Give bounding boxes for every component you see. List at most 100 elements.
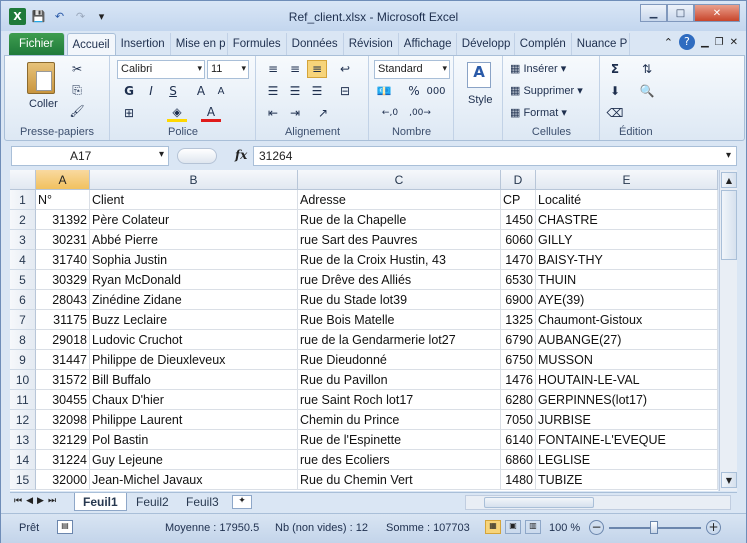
sort-filter-icon[interactable]: ⇅ xyxy=(637,60,657,78)
table-cell-a[interactable]: 29018 xyxy=(36,330,90,350)
autosum-icon[interactable]: Σ xyxy=(605,60,625,78)
borders-icon[interactable]: ⊞ xyxy=(119,104,139,122)
table-cell-b[interactable]: Client xyxy=(90,190,298,210)
table-cell-b[interactable]: Buzz Leclaire xyxy=(90,310,298,330)
zoom-level[interactable]: 100 % xyxy=(549,522,580,534)
table-cell-c[interactable]: Rue du Chemin Vert xyxy=(298,470,501,490)
select-all-corner[interactable] xyxy=(10,170,36,190)
table-cell-e[interactable]: MUSSON xyxy=(536,350,718,370)
row-header[interactable]: 1 xyxy=(10,190,36,210)
table-cell-b[interactable]: Jean-Michel Javaux xyxy=(90,470,298,490)
table-cell-e[interactable]: JURBISE xyxy=(536,410,718,430)
table-cell-d[interactable]: 1470 xyxy=(501,250,536,270)
table-cell-b[interactable]: Zinédine Zidane xyxy=(90,290,298,310)
hscroll-thumb[interactable] xyxy=(484,497,594,508)
table-cell-b[interactable]: Ryan McDonald xyxy=(90,270,298,290)
table-cell-a[interactable]: 31224 xyxy=(36,450,90,470)
table-cell-e[interactable]: Chaumont-Gistoux xyxy=(536,310,718,330)
tab-complements[interactable]: Complén xyxy=(515,33,572,55)
table-cell-a[interactable]: 31392 xyxy=(36,210,90,230)
align-right-icon[interactable]: ☰ xyxy=(307,82,327,100)
table-cell-d[interactable]: 6530 xyxy=(501,270,536,290)
number-format-select[interactable]: Standard xyxy=(374,60,450,79)
minimize-ribbon-icon[interactable]: ⌃ xyxy=(664,36,673,49)
formula-input[interactable]: 31264 xyxy=(253,146,737,166)
table-cell-d[interactable]: 6750 xyxy=(501,350,536,370)
table-cell-b[interactable]: Bill Buffalo xyxy=(90,370,298,390)
page-break-view-icon[interactable]: ▥ xyxy=(525,520,541,534)
fill-color-icon[interactable]: ◈ xyxy=(167,104,187,122)
tab-home[interactable]: Accueil xyxy=(66,33,116,55)
grow-font-icon[interactable]: A xyxy=(191,82,211,100)
zoom-out-icon[interactable]: − xyxy=(589,520,604,535)
macro-record-icon[interactable]: ▤ xyxy=(57,520,73,534)
cut-icon[interactable]: ✂ xyxy=(67,60,87,78)
table-cell-e[interactable]: AUBANGE(27) xyxy=(536,330,718,350)
tab-developer[interactable]: Développ xyxy=(457,33,515,55)
expand-formula-bar-icon[interactable]: ▾ xyxy=(726,150,731,161)
table-cell-d[interactable]: 6900 xyxy=(501,290,536,310)
row-header[interactable]: 13 xyxy=(10,430,36,450)
table-cell-a[interactable]: 30329 xyxy=(36,270,90,290)
table-cell-b[interactable]: Guy Lejeune xyxy=(90,450,298,470)
paste-button-label[interactable]: Coller xyxy=(29,98,58,110)
tab-view[interactable]: Affichage xyxy=(399,33,457,55)
workbook-close-icon[interactable]: ✕ xyxy=(730,37,738,48)
align-middle-icon[interactable]: ≡ xyxy=(285,60,305,78)
bold-button[interactable]: G xyxy=(119,82,139,100)
shrink-font-icon[interactable]: A xyxy=(211,82,231,100)
table-cell-b[interactable]: Père Colateur xyxy=(90,210,298,230)
delete-cells-button[interactable]: ▦ Supprimer ▾ xyxy=(510,84,583,97)
row-header[interactable]: 5 xyxy=(10,270,36,290)
zoom-in-icon[interactable]: + xyxy=(706,520,721,535)
column-header-d[interactable]: D xyxy=(501,170,536,190)
row-header[interactable]: 14 xyxy=(10,450,36,470)
table-cell-d[interactable]: 6140 xyxy=(501,430,536,450)
currency-icon[interactable]: 💶 xyxy=(374,82,394,100)
table-cell-b[interactable]: Philippe de Dieuxleveux xyxy=(90,350,298,370)
wrap-text-icon[interactable]: ↩ xyxy=(335,60,355,78)
table-cell-a[interactable]: 28043 xyxy=(36,290,90,310)
merge-center-icon[interactable]: ⊟ xyxy=(335,82,355,100)
horizontal-scrollbar[interactable] xyxy=(465,495,731,510)
formula-bar-splitter[interactable] xyxy=(177,148,217,164)
table-cell-e[interactable]: GERPINNES(lot17) xyxy=(536,390,718,410)
maximize-button[interactable]: □ xyxy=(667,4,694,22)
tab-review[interactable]: Révision xyxy=(344,33,399,55)
tab-page-layout[interactable]: Mise en p xyxy=(171,33,228,55)
table-cell-a[interactable]: 32129 xyxy=(36,430,90,450)
table-cell-e[interactable]: CHASTRE xyxy=(536,210,718,230)
fill-icon[interactable]: ⬇ xyxy=(605,82,625,100)
spreadsheet-grid[interactable]: A B C D E 1 N° Client Adresse CP Localité 2 313… xyxy=(10,170,718,491)
sheet-tab-feuil3[interactable]: Feuil3 xyxy=(178,493,227,511)
table-cell-b[interactable]: Abbé Pierre xyxy=(90,230,298,250)
table-cell-c[interactable]: Adresse xyxy=(298,190,501,210)
table-cell-e[interactable]: AYE(39) xyxy=(536,290,718,310)
row-header[interactable]: 3 xyxy=(10,230,36,250)
zoom-slider-thumb[interactable] xyxy=(650,521,658,534)
find-select-icon[interactable]: 🔍 xyxy=(637,82,657,100)
scroll-thumb[interactable] xyxy=(721,190,737,260)
table-cell-a[interactable]: 31572 xyxy=(36,370,90,390)
table-cell-c[interactable]: Rue du Pavillon xyxy=(298,370,501,390)
table-cell-c[interactable]: Rue de l'Espinette xyxy=(298,430,501,450)
row-header[interactable]: 8 xyxy=(10,330,36,350)
table-cell-a[interactable]: 30455 xyxy=(36,390,90,410)
table-cell-c[interactable]: Rue Bois Matelle xyxy=(298,310,501,330)
row-header[interactable]: 12 xyxy=(10,410,36,430)
table-cell-c[interactable]: Chemin du Prince xyxy=(298,410,501,430)
table-cell-d[interactable]: CP xyxy=(501,190,536,210)
column-header-e[interactable]: E xyxy=(536,170,718,190)
table-cell-c[interactable]: Rue de la Chapelle xyxy=(298,210,501,230)
tab-formulas[interactable]: Formules xyxy=(228,33,287,55)
name-box[interactable]: A17 xyxy=(11,146,169,166)
row-header[interactable]: 6 xyxy=(10,290,36,310)
table-cell-e[interactable]: THUIN xyxy=(536,270,718,290)
table-cell-d[interactable]: 6860 xyxy=(501,450,536,470)
table-cell-d[interactable]: 1325 xyxy=(501,310,536,330)
table-cell-a[interactable]: 31740 xyxy=(36,250,90,270)
tab-nuance[interactable]: Nuance P xyxy=(572,33,630,55)
font-color-icon[interactable]: A xyxy=(201,104,221,122)
vertical-scrollbar[interactable]: ▲ ▼ xyxy=(719,170,737,491)
align-center-icon[interactable]: ☰ xyxy=(285,82,305,100)
